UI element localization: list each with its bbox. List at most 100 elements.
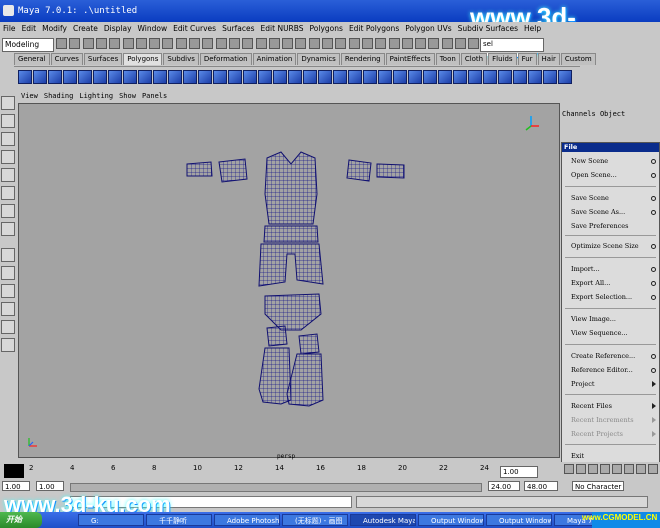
shelf-tab-rendering[interactable]: Rendering [340, 53, 385, 65]
status-button-19[interactable] [308, 38, 320, 49]
menu-window[interactable]: Window [135, 22, 171, 36]
file-menu-import[interactable]: Import... [571, 265, 600, 273]
shelf-tool-icon[interactable] [498, 70, 512, 84]
shelf-tool-icon[interactable] [363, 70, 377, 84]
status-button-28[interactable] [428, 38, 440, 49]
option-box-icon[interactable] [651, 281, 656, 286]
toolbox-tool-icon[interactable] [1, 266, 15, 280]
status-button-18[interactable] [295, 38, 307, 49]
shelf-tool-icon[interactable] [423, 70, 437, 84]
menu-edit-curves[interactable]: Edit Curves [170, 22, 219, 36]
shelf-tool-icon[interactable] [198, 70, 212, 84]
playback-button[interactable] [624, 464, 634, 474]
shelf-tool-icon[interactable] [78, 70, 92, 84]
range-inner-end-input[interactable]: 24.00 [488, 481, 520, 491]
shelf-tab-deformation[interactable]: Deformation [199, 53, 252, 65]
status-button-23[interactable] [361, 38, 373, 49]
shelf-tab-dynamics[interactable]: Dynamics [297, 53, 340, 65]
playback-button[interactable] [588, 464, 598, 474]
start-button[interactable]: 开始 [0, 512, 42, 528]
menu-subdiv-surfaces[interactable]: Subdiv Surfaces [455, 22, 521, 36]
menu-file[interactable]: File [0, 22, 19, 36]
status-button-13[interactable] [228, 38, 240, 49]
shelf-tool-icon[interactable] [483, 70, 497, 84]
shelf-tool-icon[interactable] [213, 70, 227, 84]
status-button-7[interactable] [149, 38, 161, 49]
shelf-tab-surfaces[interactable]: Surfaces [83, 53, 123, 65]
status-button-27[interactable] [415, 38, 427, 49]
taskbar-task[interactable]: (无标题) - 画图 [282, 514, 348, 526]
file-menu-view-sequence[interactable]: View Sequence... [571, 329, 628, 337]
toolbox-tool-icon[interactable] [1, 320, 15, 334]
status-button-3[interactable] [95, 38, 107, 49]
shelf-tool-icon[interactable] [393, 70, 407, 84]
mode-selector[interactable]: Modeling [2, 38, 54, 52]
toolbox-tool-icon[interactable] [1, 222, 15, 236]
viewport-menu-panels[interactable]: Panels [139, 92, 170, 102]
shelf-tool-icon[interactable] [543, 70, 557, 84]
option-box-icon[interactable] [651, 295, 656, 300]
status-button-5[interactable] [122, 38, 134, 49]
file-menu-new-scene[interactable]: New Scene [571, 157, 608, 165]
status-button-10[interactable] [189, 38, 200, 49]
status-button-8[interactable] [162, 38, 174, 49]
taskbar-task[interactable]: 千千静听 [146, 514, 212, 526]
file-menu-open-scene[interactable]: Open Scene... [571, 171, 617, 179]
shelf-tool-icon[interactable] [318, 70, 332, 84]
shelf-tool-icon[interactable] [258, 70, 272, 84]
status-button-29[interactable] [441, 38, 453, 49]
option-box-icon[interactable] [651, 244, 656, 249]
file-menu-recent-files[interactable]: Recent Files [571, 402, 612, 410]
shelf-tool-icon[interactable] [528, 70, 542, 84]
file-menu-save-scene[interactable]: Save Scene [571, 194, 609, 202]
status-button-25[interactable] [388, 38, 400, 49]
shelf-tab-custom[interactable]: Custom [560, 53, 596, 65]
viewport-menu-show[interactable]: Show [116, 92, 139, 102]
character-set-field[interactable]: No Character Se [572, 481, 624, 501]
channels-label[interactable]: Channels [562, 110, 596, 118]
option-box-icon[interactable] [651, 354, 656, 359]
shelf-tool-icon[interactable] [513, 70, 527, 84]
playback-button[interactable] [648, 464, 658, 474]
playback-button[interactable] [576, 464, 586, 474]
shelf-tool-icon[interactable] [168, 70, 182, 84]
shelf-tool-icon[interactable] [288, 70, 302, 84]
viewport-menu-view[interactable]: View [18, 92, 41, 102]
status-button-1[interactable] [69, 38, 81, 49]
taskbar-task[interactable]: Autodesk Maya ... [350, 514, 416, 526]
menu-help[interactable]: Help [521, 22, 544, 36]
shelf-tool-icon[interactable] [153, 70, 167, 84]
shelf-tab-fluids[interactable]: Fluids [488, 53, 517, 65]
shelf-tool-icon[interactable] [183, 70, 197, 84]
menu-edit-polygons[interactable]: Edit Polygons [346, 22, 402, 36]
shelf-tab-general[interactable]: General [14, 53, 50, 65]
file-menu-save-scene-as[interactable]: Save Scene As... [571, 208, 625, 216]
shelf-tab-subdivs[interactable]: Subdivs [163, 53, 199, 65]
file-menu-export-all[interactable]: Export All... [571, 279, 610, 287]
shelf-tool-icon[interactable] [558, 70, 572, 84]
toolbox-tool-icon[interactable] [1, 204, 15, 218]
shelf-tool-icon[interactable] [138, 70, 152, 84]
range-start-input[interactable]: 1.00 [2, 481, 30, 491]
menu-edit-nurbs[interactable]: Edit NURBS [258, 22, 307, 36]
file-menu-create-reference[interactable]: Create Reference... [571, 352, 635, 360]
status-button-4[interactable] [109, 38, 121, 49]
shelf-tool-icon[interactable] [48, 70, 62, 84]
taskbar-task[interactable]: Output Window [486, 514, 552, 526]
status-button-26[interactable] [401, 38, 413, 49]
status-button-24[interactable] [375, 38, 387, 49]
file-menu-view-image[interactable]: View Image... [571, 315, 616, 323]
file-menu-optimize-scene-size[interactable]: Optimize Scene Size [571, 242, 639, 250]
playback-button[interactable] [612, 464, 622, 474]
option-box-icon[interactable] [651, 159, 656, 164]
viewport-menu-lighting[interactable]: Lighting [76, 92, 116, 102]
shelf-tool-icon[interactable] [408, 70, 422, 84]
menu-edit[interactable]: Edit [19, 22, 40, 36]
time-slider[interactable]: 2 4 6 8 10 12 14 16 18 20 22 24 1.00 [0, 460, 560, 478]
toolbox-tool-icon[interactable] [1, 114, 15, 128]
status-button-21[interactable] [335, 38, 347, 49]
status-button-20[interactable] [322, 38, 333, 49]
playback-button[interactable] [564, 464, 574, 474]
shelf-tool-icon[interactable] [93, 70, 107, 84]
shelf-tool-icon[interactable] [18, 70, 32, 84]
